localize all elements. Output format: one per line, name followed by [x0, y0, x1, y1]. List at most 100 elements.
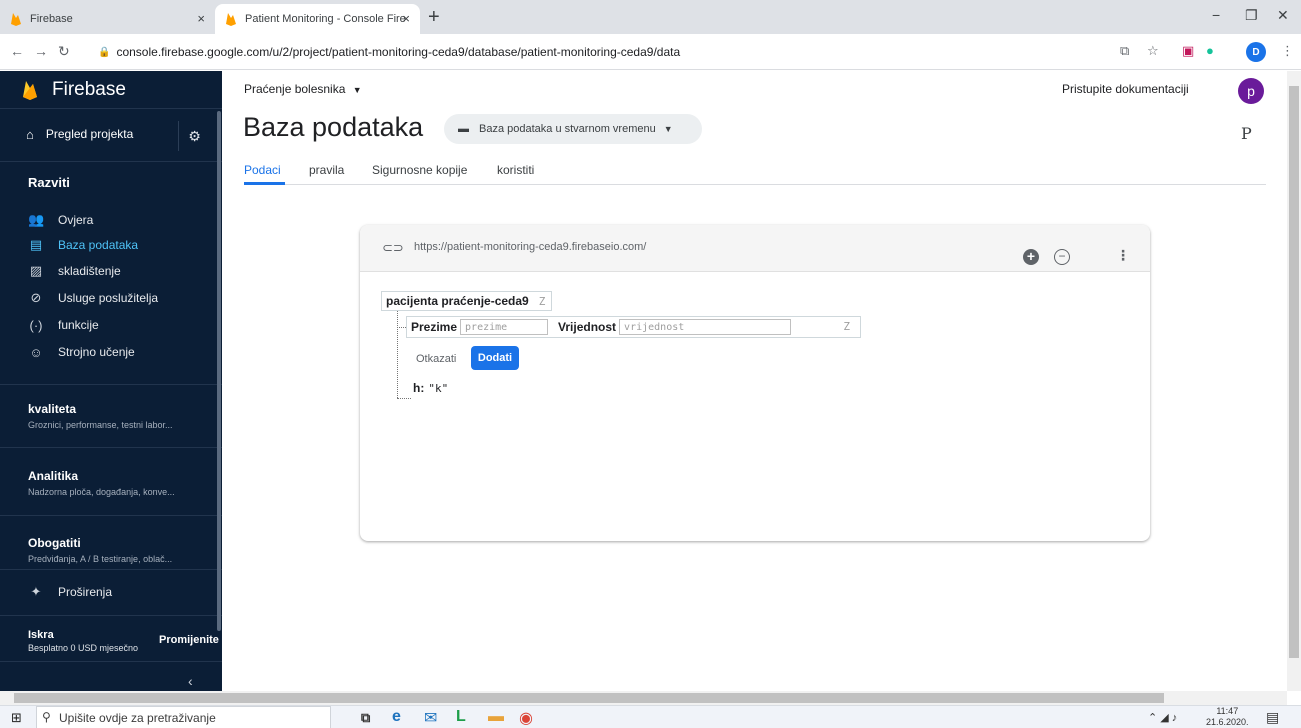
database-url[interactable]: https://patient-monitoring-ceda9.firebas…	[414, 241, 646, 253]
sidebar: Firebase ⌂ Pregled projekta ⚙ Razviti 👥 …	[0, 71, 222, 691]
section-heading-analytics[interactable]: Analitika	[28, 469, 78, 483]
tab-title: Patient Monitoring - Console Fire	[245, 13, 406, 25]
change-plan-button[interactable]: Promijenite p	[159, 634, 222, 646]
child-node-value: "k"	[428, 382, 449, 395]
grammarly-extension-icon[interactable]: ●	[1206, 43, 1214, 58]
database-type-selector[interactable]: ▬ Baza podataka u stvarnom vremenu ▼	[444, 114, 702, 144]
browser-menu-icon[interactable]: ⋮	[1281, 43, 1294, 59]
people-icon: 👥	[28, 212, 45, 227]
z-glyph: Z	[538, 294, 546, 308]
close-window-button[interactable]: ✕	[1277, 7, 1289, 24]
child-node-key: h:	[413, 381, 425, 395]
system-tray-icons[interactable]: ⌃ ◢ ♪	[1148, 711, 1177, 724]
sidebar-item-label: Baza podataka	[58, 238, 139, 252]
firebase-flame-icon	[23, 81, 37, 100]
browser-toolbar: ← → ↻ 🔒 console.firebase.google.com/u/2/…	[0, 34, 1301, 70]
browser-tab-patient-monitoring[interactable]: Patient Monitoring - Console Fire ×	[215, 4, 420, 34]
tab-backups[interactable]: Sigurnosne kopije	[372, 163, 467, 177]
tab-close-icon[interactable]: ×	[197, 11, 205, 26]
settings-gear-icon[interactable]: ⚙	[178, 121, 210, 151]
home-icon: ⌂	[26, 126, 34, 142]
user-avatar[interactable]: p	[1238, 78, 1264, 104]
tab-close-icon[interactable]: ×	[402, 11, 410, 26]
value-input[interactable]: vrijednost	[619, 319, 792, 335]
section-heading-grow[interactable]: Obogatiti	[28, 536, 81, 550]
pocket-extension-icon[interactable]: ▣	[1182, 43, 1194, 59]
sidebar-item-functions[interactable]: (·) funkcije	[28, 312, 99, 338]
name-field-label: Prezime	[411, 320, 458, 334]
chrome-icon[interactable]: ◉	[519, 708, 533, 728]
search-placeholder: Upišite ovdje za pretraživanje	[59, 710, 216, 725]
plan-description: Besplatno 0 USD mjesečno	[28, 643, 139, 653]
reload-icon[interactable]: ↻	[58, 43, 70, 60]
browser-tab-firebase[interactable]: Firebase ×	[0, 4, 215, 34]
collapse-sidebar-chevron-icon[interactable]: ‹	[188, 673, 193, 689]
section-heading-develop: Razviti	[28, 175, 70, 190]
z-glyph: Z	[843, 320, 850, 333]
new-child-editor: Prezime prezime Vrijednost vrijednost Z	[406, 316, 861, 338]
forward-arrow-icon[interactable]: →	[34, 43, 48, 59]
remove-circle-icon[interactable]: −	[1054, 249, 1070, 265]
sidebar-item-storage[interactable]: ▨ skladištenje	[28, 258, 121, 284]
search-icon: ⚲	[42, 710, 51, 724]
hosting-icon: ⊘	[30, 290, 42, 305]
maximize-button[interactable]: ❐	[1245, 7, 1258, 24]
tab-rules[interactable]: pravila	[309, 163, 344, 177]
clock-date: 21.6.2020.	[1206, 717, 1249, 727]
divider	[0, 661, 222, 662]
taskbar-clock[interactable]: 11:47 21.6.2020.	[1206, 706, 1249, 728]
sidebar-item-ml[interactable]: ☺ Strojno učenje	[28, 339, 135, 365]
address-bar[interactable]: 🔒 console.firebase.google.com/u/2/projec…	[98, 39, 1098, 65]
back-arrow-icon[interactable]: ←	[10, 43, 24, 59]
chevron-down-icon: ▼	[663, 124, 673, 134]
taskbar-search-box[interactable]: ⚲ Upišite ovdje za pretraživanje	[36, 706, 331, 728]
mail-icon[interactable]: ✉	[424, 708, 437, 728]
name-input[interactable]: prezime	[460, 319, 549, 335]
lock-icon: 🔒	[98, 46, 111, 58]
task-view-icon[interactable]: ⧉	[361, 710, 370, 726]
section-heading-quality[interactable]: kvaliteta	[28, 402, 76, 416]
more-vert-icon[interactable]: ⋮	[1116, 247, 1130, 264]
edge-browser-icon[interactable]: e	[392, 708, 401, 726]
divider	[0, 615, 222, 616]
add-circle-icon[interactable]: +	[1023, 249, 1039, 265]
extensions-puzzle-icon: ✦	[30, 584, 42, 599]
sidebar-item-database[interactable]: ▤ Baza podataka	[28, 232, 138, 258]
link-icon: ⊂⊃	[382, 240, 404, 255]
tree-connector	[397, 311, 398, 398]
sidebar-item-authentication[interactable]: 👥 Ovjera	[28, 207, 93, 233]
new-tab-button[interactable]: +	[428, 7, 440, 27]
divider	[0, 447, 222, 448]
windows-start-icon[interactable]: ⊞	[11, 710, 22, 726]
translate-icon[interactable]: ⧉	[1120, 43, 1129, 59]
sidebar-item-extensions[interactable]: ✦ Proširenja	[28, 579, 112, 605]
docs-link[interactable]: Pristupite dokumentaciji	[1062, 82, 1189, 96]
browser-profile-avatar[interactable]: D	[1246, 42, 1266, 62]
sidebar-item-label: Pregled projekta	[45, 127, 134, 141]
minimize-button[interactable]: −	[1212, 7, 1220, 23]
tab-usage[interactable]: koristiti	[497, 163, 534, 177]
tab-data[interactable]: Podaci	[244, 163, 281, 177]
image-icon: ▨	[29, 263, 43, 278]
child-node[interactable]: h: "k"	[413, 381, 448, 395]
sidebar-item-hosting[interactable]: ⊘ Usluge poslužitelja	[28, 285, 159, 311]
file-explorer-icon[interactable]: ▬	[488, 708, 504, 726]
notification-icon[interactable]: ▤	[1266, 709, 1279, 726]
browser-tab-strip: Firebase × Patient Monitoring - Console …	[0, 0, 1301, 34]
section-subtitle: Groznici, performanse, testni labor...	[28, 420, 173, 430]
vertical-scrollbar-thumb[interactable]	[1289, 86, 1299, 658]
app-l-icon[interactable]: L	[456, 708, 466, 726]
url-text: console.firebase.google.com/u/2/project/…	[116, 45, 681, 59]
firebase-logo[interactable]: Firebase	[22, 79, 126, 101]
sidebar-scrollbar[interactable]	[217, 111, 221, 631]
bookmark-star-icon[interactable]: ☆	[1147, 43, 1159, 59]
tabs-divider	[244, 184, 1266, 185]
project-selector[interactable]: Praćenje bolesnika ▼	[244, 82, 362, 96]
active-tab-indicator	[244, 182, 285, 185]
horizontal-scrollbar-thumb[interactable]	[14, 693, 1164, 703]
root-node[interactable]: pacijenta praćenje-ceda9 Z	[381, 291, 553, 311]
add-button[interactable]: Dodati	[471, 346, 519, 370]
cancel-button[interactable]: Otkazati	[416, 353, 456, 365]
sidebar-item-label: Strojno učenje	[58, 345, 135, 359]
divider	[0, 108, 222, 109]
